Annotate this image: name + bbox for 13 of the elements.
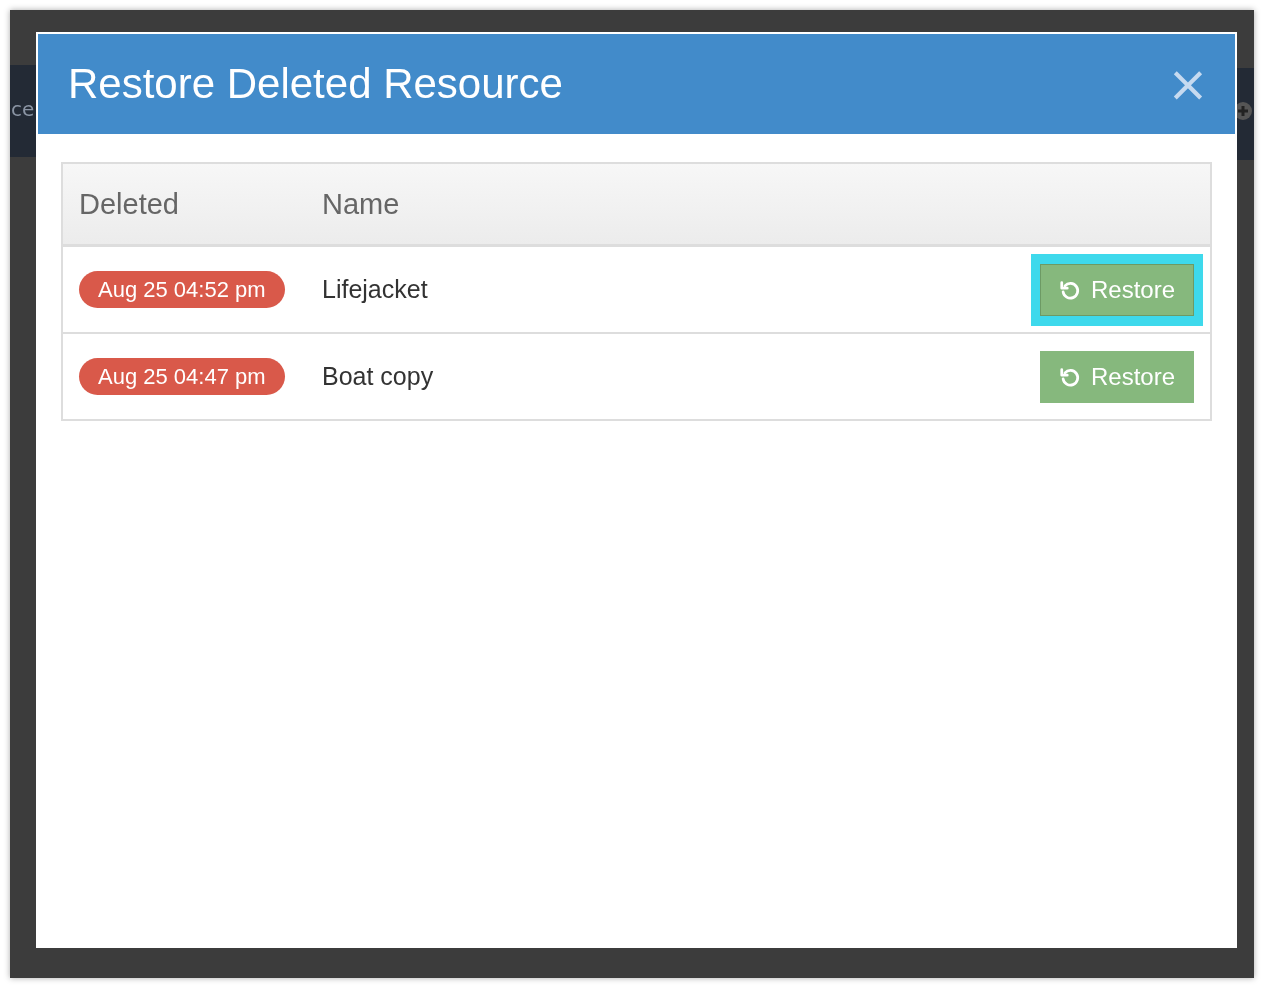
resource-name: Boat copy xyxy=(322,362,434,391)
column-header: Deleted xyxy=(78,187,180,221)
close-button[interactable]: × xyxy=(1163,59,1213,109)
deleted-time-badge: Aug 25 04:47 pm xyxy=(79,357,285,395)
column-header: Name xyxy=(322,187,400,221)
background-title-text: ce xyxy=(11,97,35,121)
resource-name: Lifejacket xyxy=(322,275,428,304)
undo-icon xyxy=(1058,365,1081,388)
deleted-time-badge: Aug 25 04:52 pm xyxy=(79,270,285,308)
dialog-title: Restore Deleted Resource xyxy=(68,60,563,108)
undo-icon xyxy=(1058,278,1081,301)
restore-button[interactable]: Restore xyxy=(1039,350,1194,403)
restore-button[interactable]: Restore xyxy=(1039,263,1194,316)
